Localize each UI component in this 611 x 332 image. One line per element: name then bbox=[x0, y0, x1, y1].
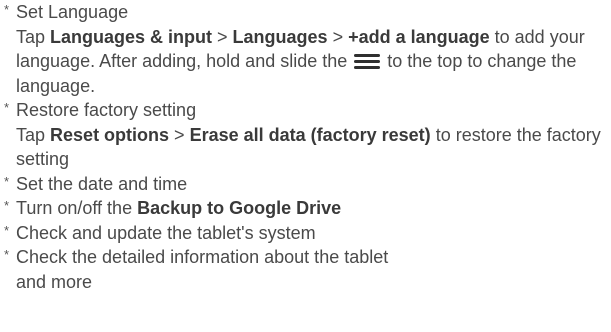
item-tail: and more bbox=[16, 271, 93, 292]
bullet-star: * bbox=[4, 222, 10, 238]
list-item-restore-factory: * Restore factory setting Tap Reset opti… bbox=[0, 98, 611, 172]
detail-text: > bbox=[212, 26, 233, 47]
menu-icon bbox=[354, 53, 381, 69]
item-heading: Check the detailed information about the… bbox=[16, 247, 389, 267]
detail-text: > bbox=[169, 124, 190, 145]
detail-text: Tap bbox=[16, 26, 51, 47]
item-detail: Tap Reset options > Erase all data (fact… bbox=[16, 123, 611, 172]
erase-all-data-label: Erase all data (factory reset) bbox=[189, 124, 431, 145]
item-heading: Turn on/off the Backup to Google Drive bbox=[16, 196, 611, 221]
list-item-backup: * Turn on/off the Backup to Google Drive bbox=[0, 196, 611, 221]
bullet-star: * bbox=[4, 100, 10, 115]
list-item-system-update: * Check and update the tablet's system bbox=[0, 221, 611, 246]
item-heading: Set Language bbox=[16, 2, 129, 22]
list-item-set-language: * Set Language Tap Languages & input > L… bbox=[0, 0, 611, 98]
bullet-star: * bbox=[4, 247, 10, 262]
list-item-date-time: * Set the date and time bbox=[0, 172, 611, 197]
add-language-label: +add a language bbox=[348, 26, 490, 47]
detail-text: Tap bbox=[16, 124, 51, 145]
item-heading: Check and update the tablet's system bbox=[16, 222, 316, 243]
item-heading: Set the date and time bbox=[16, 173, 188, 194]
languages-input-label: Languages & input bbox=[50, 26, 213, 47]
backup-google-drive-label: Backup to Google Drive bbox=[137, 198, 342, 218]
bullet-star: * bbox=[4, 173, 10, 189]
list-item-tablet-info: * Check the detailed information about t… bbox=[0, 245, 611, 294]
heading-text: Turn on/off the bbox=[16, 198, 138, 218]
settings-help-text: * Set Language Tap Languages & input > L… bbox=[0, 0, 611, 332]
bullet-star: * bbox=[4, 198, 10, 213]
item-detail: Tap Languages & input > Languages > +add… bbox=[16, 25, 611, 99]
detail-text: > bbox=[327, 26, 349, 47]
reset-options-label: Reset options bbox=[50, 124, 170, 145]
languages-label: Languages bbox=[232, 26, 328, 47]
bullet-star: * bbox=[4, 2, 10, 17]
item-heading: Restore factory setting bbox=[16, 100, 197, 120]
